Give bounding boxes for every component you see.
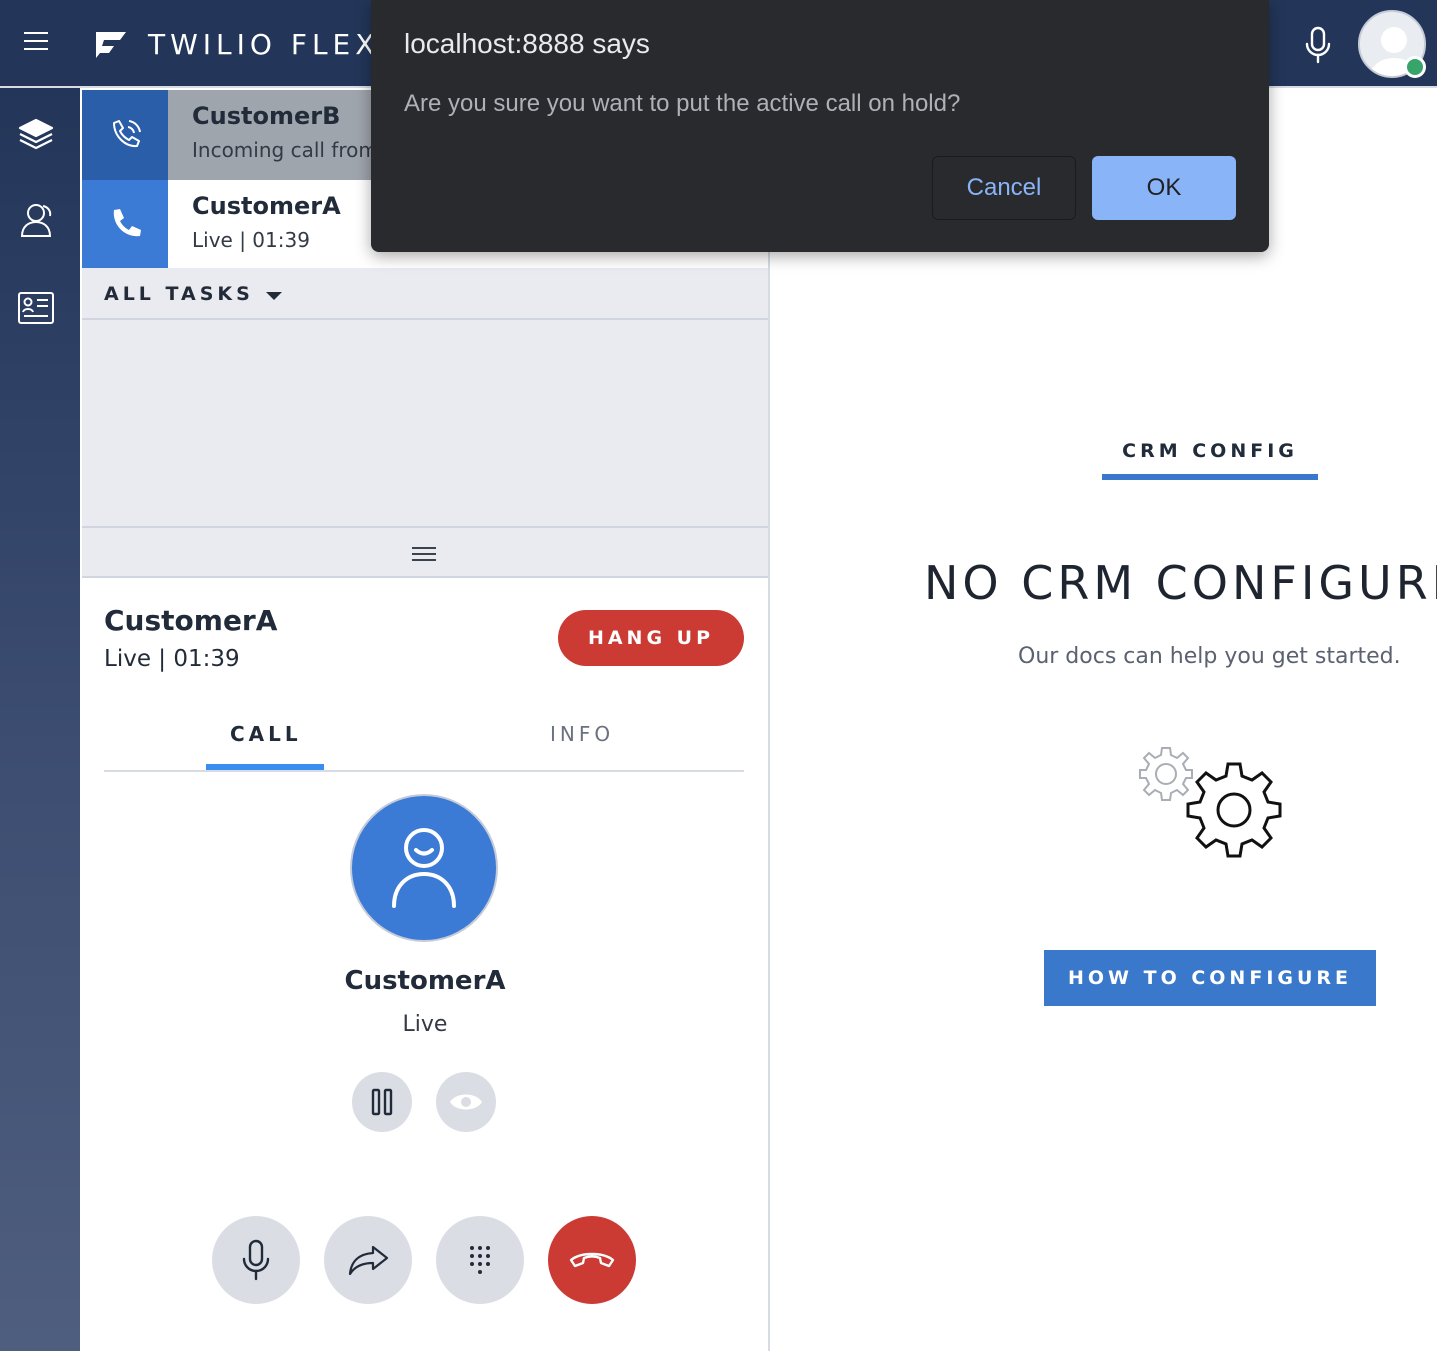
task-detail-status: Live | 01:39: [104, 646, 240, 672]
how-to-configure-button[interactable]: HOW TO CONFIGURE: [1044, 950, 1376, 1006]
tab-info[interactable]: INFO: [550, 722, 614, 746]
task-list-empty-area: [82, 320, 768, 528]
monitor-eye-icon: [450, 1094, 482, 1110]
task-name: CustomerB: [192, 102, 341, 130]
task-filter-bar[interactable]: ALL TASKS: [82, 268, 768, 320]
panel-resize-handle[interactable]: [82, 528, 768, 578]
dialog-message: Are you sure you want to put the active …: [404, 90, 961, 117]
microphone-icon: [242, 1239, 270, 1281]
mute-button[interactable]: [212, 1216, 300, 1304]
crm-tab-indicator: [1102, 474, 1318, 480]
twilio-flex-logo: [96, 32, 126, 58]
chevron-down-icon[interactable]: [266, 292, 282, 300]
tabs-divider: [104, 770, 744, 772]
filter-label: ALL TASKS: [104, 283, 254, 305]
tab-crm-config[interactable]: CRM CONFIG: [1102, 440, 1318, 462]
task-name: CustomerA: [192, 192, 341, 220]
teams-icon[interactable]: [16, 200, 56, 240]
hang-up-button[interactable]: HANG UP: [558, 610, 744, 666]
tab-call[interactable]: CALL: [230, 722, 302, 746]
end-call-button[interactable]: [548, 1216, 636, 1304]
dialpad-button[interactable]: [436, 1216, 524, 1304]
hamburger-menu-icon[interactable]: [24, 32, 48, 54]
contacts-card-icon[interactable]: [16, 288, 56, 328]
availability-status-dot: [1404, 56, 1426, 78]
cancel-button[interactable]: Cancel: [932, 156, 1076, 220]
task-badge: [82, 90, 168, 180]
gears-icon: [1139, 747, 1282, 858]
ringing-phone-icon: [113, 120, 141, 148]
confirm-dialog: localhost:8888 says Are you sure you wan…: [371, 0, 1269, 252]
ok-button[interactable]: OK: [1092, 156, 1236, 220]
caller-avatar: [350, 794, 498, 942]
crm-subtext: Our docs can help you get started.: [1018, 644, 1401, 669]
crm-heading: NO CRM CONFIGURED: [924, 556, 1437, 610]
flex-app: TWILIO FLEX CustomerB Incoming call from…: [0, 0, 1437, 1351]
caller-name: CustomerA: [344, 966, 506, 996]
transfer-button[interactable]: [324, 1216, 412, 1304]
user-icon: [392, 828, 456, 908]
task-list-panel: CustomerB Incoming call from CustomerA L…: [82, 90, 770, 1351]
hold-icon: [371, 1088, 393, 1116]
dialpad-icon: [470, 1246, 490, 1274]
brand-title: TWILIO FLEX: [148, 28, 380, 61]
dialog-title: localhost:8888 says: [404, 28, 650, 59]
task-subtitle: Incoming call from: [192, 138, 378, 162]
task-badge: [82, 180, 168, 270]
hold-button[interactable]: [352, 1072, 412, 1132]
active-tab-indicator: [206, 764, 324, 770]
layers-icon[interactable]: [16, 114, 56, 154]
microphone-icon[interactable]: [1302, 26, 1334, 64]
hangup-phone-icon: [569, 1252, 615, 1268]
transfer-icon: [348, 1245, 389, 1276]
task-detail-name: CustomerA: [104, 604, 278, 637]
monitor-button[interactable]: [436, 1072, 496, 1132]
caller-status: Live: [402, 1012, 448, 1037]
task-subtitle: Live | 01:39: [192, 228, 310, 252]
drag-handle-icon: [412, 547, 436, 565]
phone-icon: [113, 209, 141, 237]
side-navigation: [0, 88, 80, 1351]
